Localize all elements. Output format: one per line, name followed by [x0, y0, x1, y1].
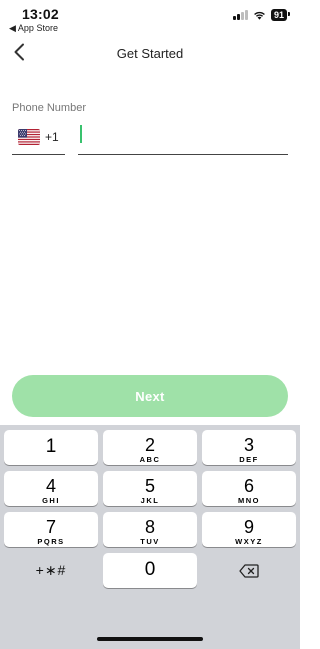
key-2[interactable]: 2 ABC [103, 430, 197, 465]
key-4[interactable]: 4 GHI [4, 471, 98, 506]
key-6[interactable]: 6 MNO [202, 471, 296, 506]
key-5[interactable]: 5 JKL [103, 471, 197, 506]
key-3[interactable]: 3 DEF [202, 430, 296, 465]
phone-number-label: Phone Number [12, 102, 86, 114]
dial-code: +1 [45, 130, 59, 144]
home-indicator[interactable] [97, 637, 203, 641]
battery-icon: 91 [270, 9, 291, 21]
next-button[interactable]: Next [12, 375, 288, 417]
key-9[interactable]: 9 WXYZ [202, 512, 296, 547]
key-1[interactable]: 1 [4, 430, 98, 465]
numeric-keypad: 1 2 ABC 3 DEF 4 GHI 5 JKL 6 MNO 7 PQRS 8 TUV 9W… [0, 425, 300, 649]
text-cursor [80, 125, 82, 143]
us-flag-icon [18, 129, 40, 145]
key-7[interactable]: 7 PQRS [4, 512, 98, 547]
phone-number-input[interactable] [78, 120, 288, 155]
nav-bar: Get Started [0, 38, 300, 68]
key-0[interactable]: 0 [103, 553, 197, 588]
backspace-icon [239, 564, 259, 578]
symbols-key[interactable]: +∗# [4, 553, 98, 588]
key-8[interactable]: 8 TUV [103, 512, 197, 547]
delete-key[interactable] [202, 553, 296, 588]
country-code-selector[interactable]: +1 [12, 120, 65, 155]
cellular-signal-icon [233, 10, 248, 20]
status-bar: 13:02 ◀ App Store 91 [0, 0, 300, 36]
wifi-icon [254, 11, 265, 20]
status-time: 13:02 [22, 6, 59, 22]
back-to-app-link[interactable]: ◀ App Store [9, 23, 58, 34]
page-title: Get Started [116, 46, 184, 61]
status-icons: 91 [233, 9, 291, 21]
